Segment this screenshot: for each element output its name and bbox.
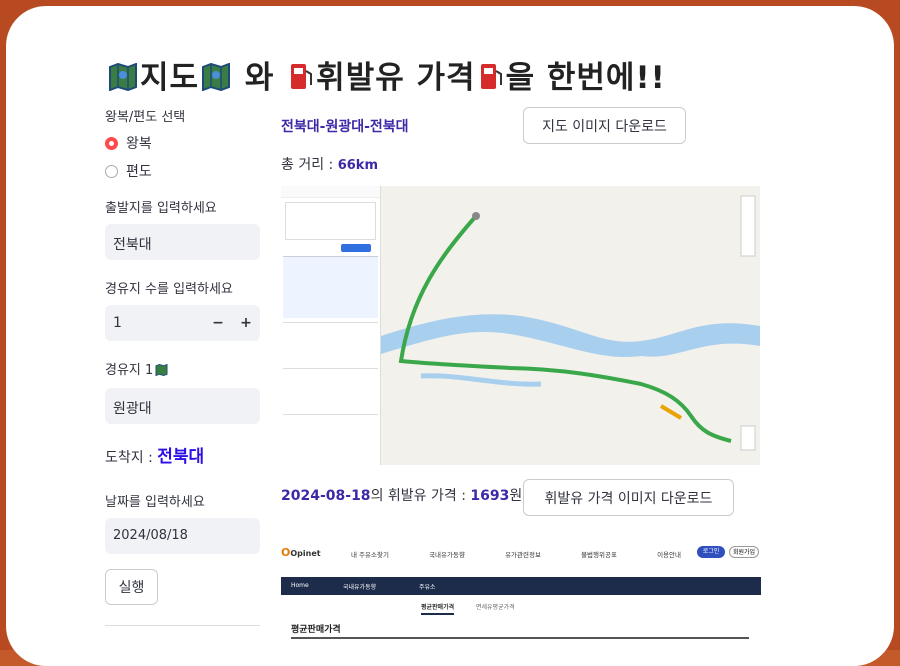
- map-image: [281, 186, 760, 465]
- radio-roundtrip[interactable]: 왕복: [105, 133, 265, 153]
- opinet-tab-avg: 평균판매가격: [421, 602, 455, 615]
- map-icon: [155, 363, 168, 380]
- map-icon: [201, 62, 231, 99]
- radio-oneway[interactable]: 편도: [105, 161, 265, 181]
- map-download-button[interactable]: 지도 이미지 다운로드: [523, 107, 686, 144]
- fuel-pump-icon: [288, 61, 314, 99]
- opinet-logo: OOpinet: [281, 546, 321, 559]
- fuel-price-text: 2024-08-18의 휘발유 가격 : 1693원: [281, 488, 523, 504]
- waypoint-count-stepper[interactable]: 1 − +: [105, 305, 260, 341]
- waypoint1-label: 경유지 1: [105, 359, 265, 380]
- origin-label: 출발지를 입력하세요: [105, 201, 217, 216]
- opinet-nav: Home 국내유가동향 주유소: [281, 577, 761, 595]
- distance-text: 총 거리 : 66km: [281, 157, 379, 173]
- increment-button[interactable]: +: [232, 315, 260, 331]
- waypoint-count-label: 경유지 수를 입력하세요: [105, 282, 233, 297]
- trip-type-label: 왕복/편도 선택: [105, 110, 186, 125]
- opinet-section-title: 평균판매가격: [291, 625, 341, 635]
- radio-button[interactable]: [105, 164, 118, 178]
- decrement-button[interactable]: −: [204, 315, 232, 331]
- date-label: 날짜를 입력하세요: [105, 495, 205, 510]
- opinet-join: 회원가입: [729, 546, 759, 558]
- origin-input[interactable]: 전북대: [105, 224, 260, 260]
- map-icon: [108, 62, 138, 99]
- route-map: [381, 186, 760, 465]
- opinet-tab-taxfree: 면세유평균가격: [476, 604, 515, 611]
- destination-value: 전북대: [157, 447, 205, 467]
- stepper-value[interactable]: 1: [113, 315, 204, 331]
- page-title: 지도 와 휘발유 가격 을 한번에!!: [106, 52, 666, 99]
- opinet-divider: [291, 637, 749, 639]
- opinet-screenshot: OOpinet 내 주유소찾기 국내유가동향 유가관련정보 불법행위공표 이용안내 로그…: [281, 534, 761, 664]
- app-card: 지도 와 휘발유 가격 을 한번에!! 왕복/편도 선택 왕복 편도 출발지를 입…: [6, 6, 894, 666]
- radio-button-selected[interactable]: [105, 136, 118, 150]
- page-frame: 지도 와 휘발유 가격 을 한번에!! 왕복/편도 선택 왕복 편도 출발지를 입…: [0, 0, 900, 666]
- date-input[interactable]: 2024/08/18: [105, 518, 260, 554]
- run-button[interactable]: 실행: [105, 569, 158, 605]
- waypoint1-input[interactable]: 원광대: [105, 388, 260, 424]
- fuel-download-button[interactable]: 휘발유 가격 이미지 다운로드: [523, 479, 734, 516]
- divider: [105, 625, 260, 626]
- route-title: 전북대-원광대-전북대: [281, 119, 409, 135]
- opinet-menu: 내 주유소찾기 국내유가동향 유가관련정보 불법행위공표 이용안내: [351, 551, 681, 559]
- input-panel: 왕복/편도 선택 왕복 편도 출발지를 입력하세요 전북대 경유지 수를 입력하…: [105, 106, 265, 626]
- opinet-login: 로그인: [697, 546, 725, 558]
- fuel-pump-icon: [478, 61, 504, 99]
- destination-row: 도착지 : 전북대: [105, 447, 205, 467]
